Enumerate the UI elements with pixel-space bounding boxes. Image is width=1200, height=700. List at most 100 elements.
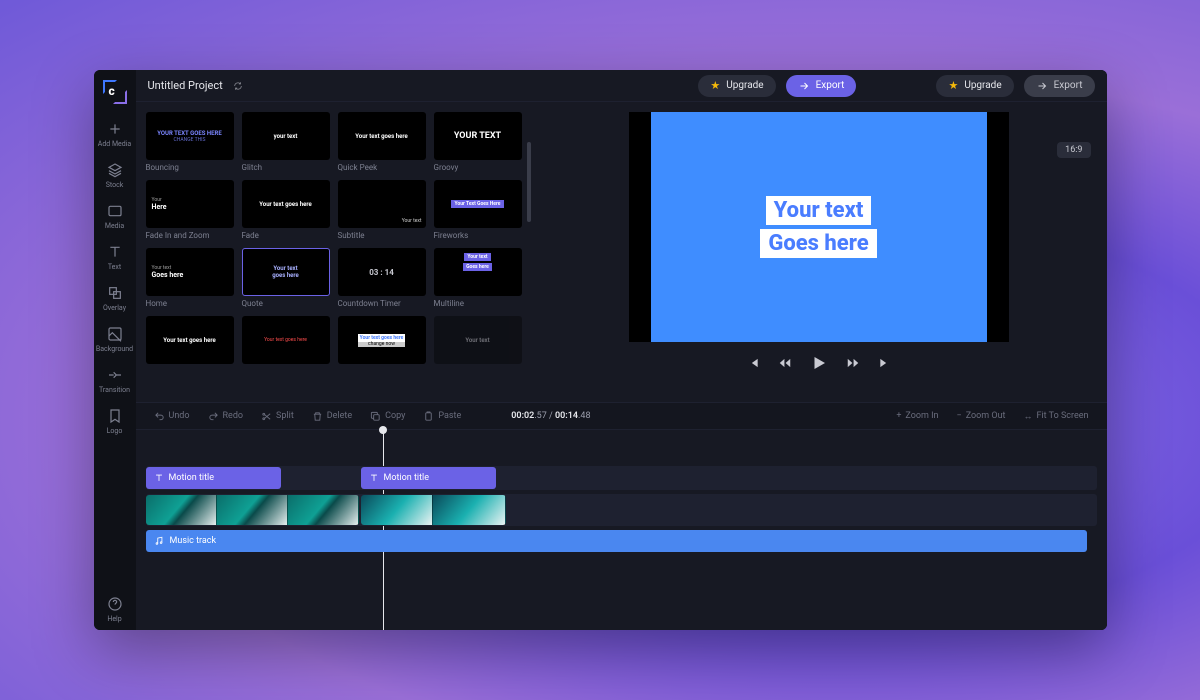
thumb-label: Groovy [434, 163, 522, 172]
undo-button[interactable]: Undo [146, 407, 198, 426]
title-preset-thumb[interactable]: YOUR TEXTGroovy [434, 112, 522, 172]
undo-icon [154, 411, 165, 422]
media-icon [107, 203, 123, 219]
title-preset-thumb[interactable]: Your textgoes hereQuote [242, 248, 330, 308]
copy-button[interactable]: Copy [362, 407, 413, 426]
thumb-label: Home [146, 299, 234, 308]
star-icon: ★ [948, 79, 958, 92]
background-icon [107, 326, 123, 342]
sidebar-item-media[interactable]: Media [96, 196, 134, 237]
timecode-display: 00:02.57 / 00:14.48 [511, 411, 590, 421]
title-clip[interactable]: Motion title [146, 467, 281, 489]
title-clip[interactable]: Motion title [361, 467, 496, 489]
paste-button[interactable]: Paste [415, 407, 469, 426]
sidebar-item-label: Logo [107, 427, 123, 435]
sidebar-item-logo[interactable]: Logo [96, 401, 134, 442]
scissors-icon [261, 411, 272, 422]
timeline[interactable]: Motion title Motion title Music track [136, 430, 1107, 630]
preview-text-line2: Goes here [760, 229, 876, 258]
video-clip[interactable] [361, 495, 506, 525]
thumb-label: Fireworks [434, 231, 522, 240]
title-preset-thumb[interactable]: 03 : 14Countdown Timer [338, 248, 426, 308]
topbar: Untitled Project ★Upgrade Export ★Upgrad… [136, 70, 1107, 102]
title-preset-thumb[interactable]: Your Text Goes HereFireworks [434, 180, 522, 240]
video-preview[interactable]: Your text Goes here [629, 112, 1009, 342]
sidebar-item-transition[interactable]: Transition [96, 360, 134, 401]
sidebar-item-help[interactable]: Help [96, 589, 134, 630]
upgrade-button[interactable]: ★Upgrade [698, 75, 775, 97]
thumb-label: Multiline [434, 299, 522, 308]
sidebar-item-label: Stock [106, 181, 124, 189]
preview-panel: 16:9 Your text Goes here [531, 102, 1107, 402]
sidebar-item-overlay[interactable]: Overlay [96, 278, 134, 319]
title-preset-thumb[interactable]: Your text goes here [242, 316, 330, 367]
title-preset-thumb[interactable]: YourHereFade In and Zoom [146, 180, 234, 240]
sidebar-item-label: Text [108, 263, 121, 271]
title-track[interactable]: Motion title Motion title [146, 466, 1097, 490]
bookmark-icon [107, 408, 123, 424]
sidebar-item-label: Overlay [103, 304, 126, 312]
sidebar-item-label: Add Media [98, 140, 131, 148]
paste-icon [423, 411, 434, 422]
title-preset-thumb[interactable]: Your textGoes hereMultiline [434, 248, 522, 308]
title-preset-thumb[interactable]: Your text goes here [146, 316, 234, 367]
sidebar-item-text[interactable]: Text [96, 237, 134, 278]
star-icon: ★ [710, 79, 720, 92]
title-preset-thumb[interactable]: your textGlitch [242, 112, 330, 172]
title-preset-thumb[interactable]: Your text [434, 316, 522, 367]
title-library: YOUR TEXT GOES HERECHANGE THISBouncingyo… [136, 102, 531, 402]
title-preset-thumb[interactable]: Your text goes hereFade [242, 180, 330, 240]
thumb-label: Countdown Timer [338, 299, 426, 308]
sidebar-item-background[interactable]: Background [96, 319, 134, 360]
video-clip[interactable] [146, 495, 359, 525]
skip-start-icon[interactable] [746, 356, 760, 370]
split-button[interactable]: Split [253, 407, 302, 426]
thumb-label: Quick Peek [338, 163, 426, 172]
delete-button[interactable]: Delete [304, 407, 360, 426]
title-preset-thumb[interactable]: Your textSubtitle [338, 180, 426, 240]
title-preset-thumb[interactable]: Your textGoes hereHome [146, 248, 234, 308]
transition-icon [107, 367, 123, 383]
title-preset-thumb[interactable]: Your text goes hereQuick Peek [338, 112, 426, 172]
copy-icon [370, 411, 381, 422]
text-icon [369, 473, 379, 483]
redo-button[interactable]: Redo [200, 407, 252, 426]
app-window: c Add Media Stock Media Text Overlay Bac… [94, 70, 1107, 630]
title-preset-thumb[interactable]: YOUR TEXT GOES HERECHANGE THISBouncing [146, 112, 234, 172]
upgrade-button-outer[interactable]: ★Upgrade [936, 75, 1013, 97]
sidebar-item-stock[interactable]: Stock [96, 155, 134, 196]
video-track[interactable] [146, 494, 1097, 526]
play-icon[interactable] [810, 354, 828, 372]
export-button-outer[interactable]: Export [1024, 75, 1095, 97]
sidebar-item-label: Transition [99, 386, 130, 394]
layers-icon [107, 162, 123, 178]
project-title[interactable]: Untitled Project [148, 79, 223, 92]
thumb-label: Bouncing [146, 163, 234, 172]
zoom-in-button[interactable]: +Zoom In [888, 407, 946, 425]
forward-icon[interactable] [846, 356, 860, 370]
plus-icon [107, 121, 123, 137]
sidebar-item-add-media[interactable]: Add Media [96, 114, 134, 155]
preview-text-line1: Your text [766, 196, 872, 225]
music-icon [154, 536, 164, 546]
thumb-label: Fade In and Zoom [146, 231, 234, 240]
arrow-right-icon [798, 80, 810, 92]
fit-to-screen-button[interactable]: ↔Fit To Screen [1015, 407, 1096, 426]
skip-end-icon[interactable] [878, 356, 892, 370]
rewind-icon[interactable] [778, 356, 792, 370]
thumb-label: Quote [242, 299, 330, 308]
redo-icon [208, 411, 219, 422]
audio-clip[interactable]: Music track [146, 530, 1087, 552]
sidebar: c Add Media Stock Media Text Overlay Bac… [94, 70, 136, 630]
audio-track[interactable]: Music track [146, 530, 1097, 552]
arrow-right-icon [1036, 80, 1048, 92]
text-icon [107, 244, 123, 260]
title-preset-thumb[interactable]: Your text goes herechange now [338, 316, 426, 367]
export-button[interactable]: Export [786, 75, 857, 97]
sync-icon [233, 81, 243, 91]
thumb-label: Subtitle [338, 231, 426, 240]
text-icon [154, 473, 164, 483]
zoom-out-button[interactable]: −Zoom Out [949, 407, 1014, 425]
aspect-ratio-button[interactable]: 16:9 [1057, 142, 1090, 158]
sidebar-item-label: Media [105, 222, 124, 230]
